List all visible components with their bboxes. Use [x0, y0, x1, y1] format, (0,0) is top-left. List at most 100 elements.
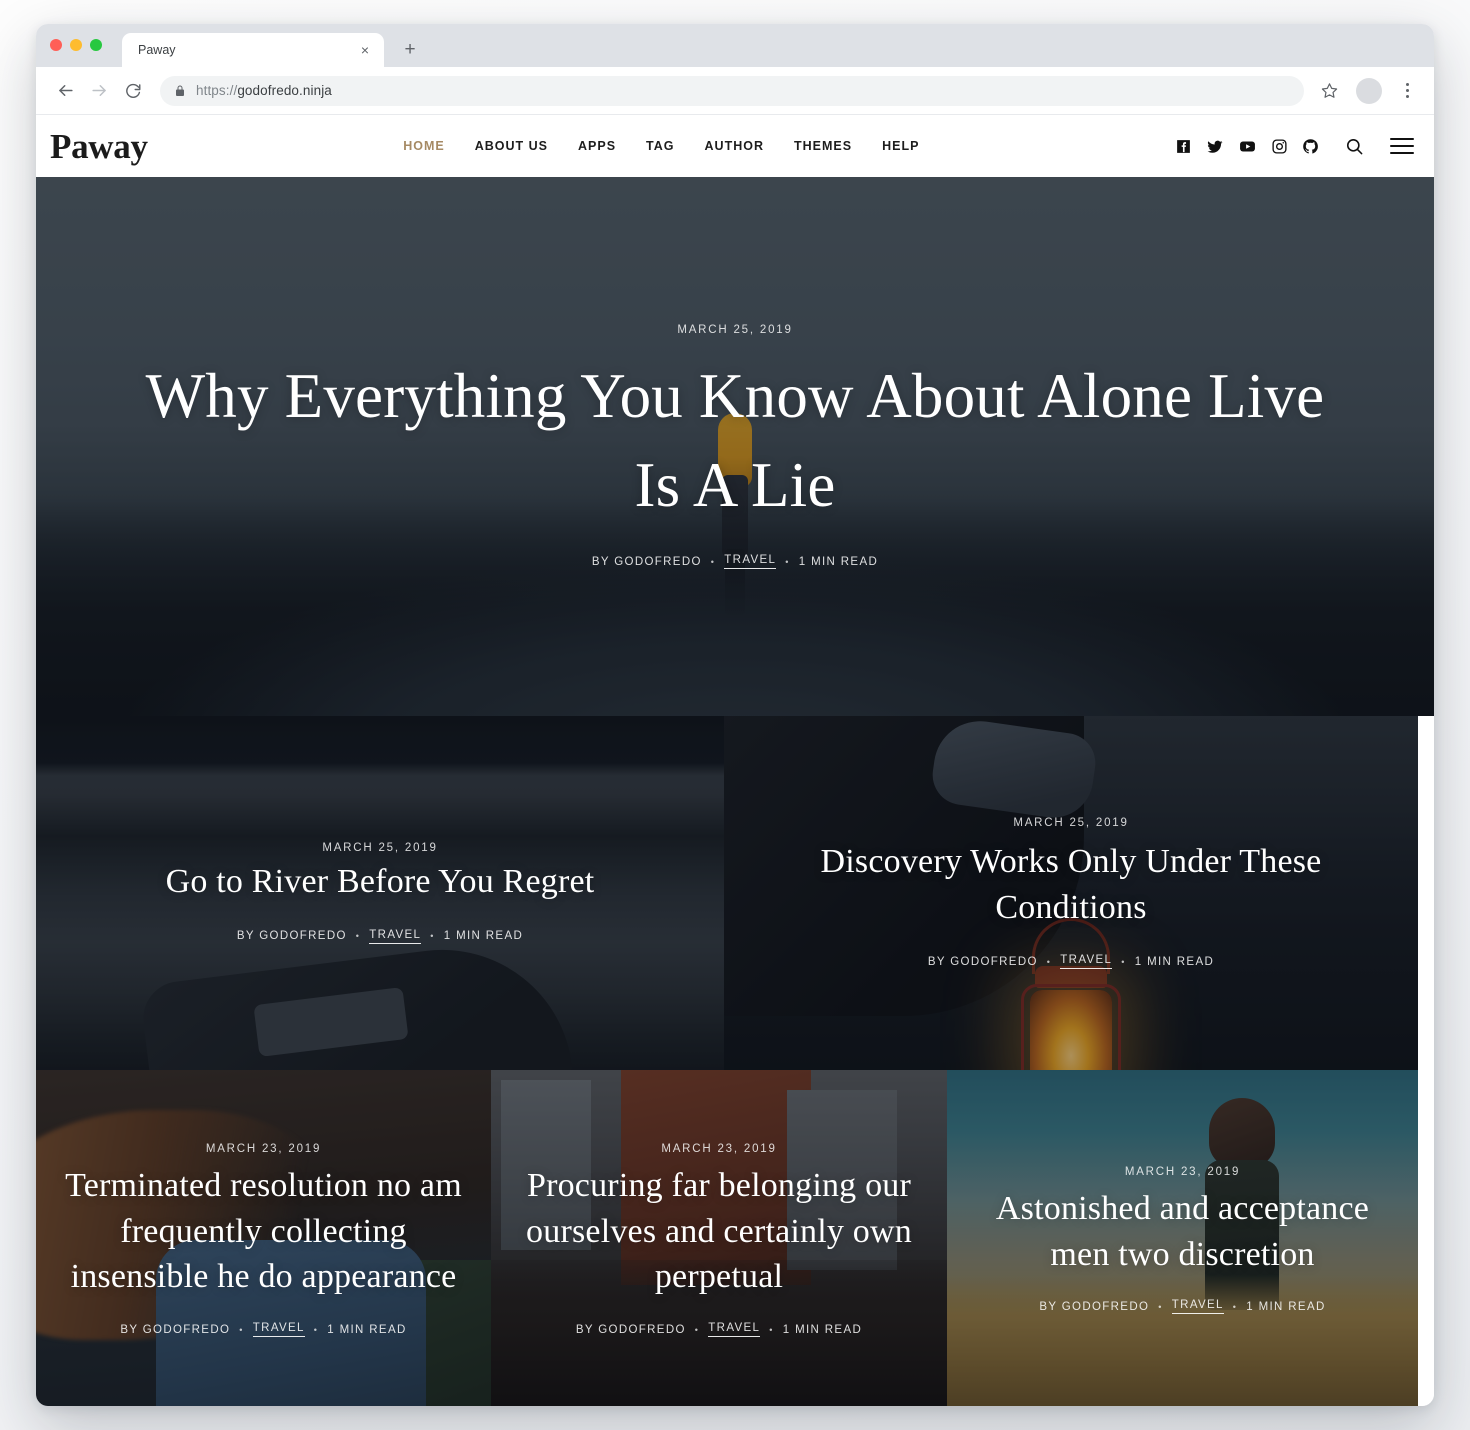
nav-item-apps[interactable]: APPS [578, 139, 616, 153]
post-read-time: 1 MIN READ [782, 1323, 863, 1336]
back-icon[interactable] [50, 76, 80, 106]
post-tag[interactable]: TRAVEL [252, 1322, 305, 1338]
desktop-backdrop: Paway × + https://godofredo.ninja Paway … [0, 0, 1470, 1430]
forward-icon[interactable] [84, 76, 114, 106]
meta-separator: • [1158, 1301, 1163, 1312]
posts-row-bottom: MARCH 23, 2019 Terminated resolution no … [36, 1070, 1434, 1406]
post-date: MARCH 25, 2019 [322, 842, 438, 855]
post-read-time: 1 MIN READ [1246, 1300, 1326, 1313]
post-tag[interactable]: TRAVEL [708, 1322, 761, 1338]
post-date: MARCH 23, 2019 [661, 1142, 777, 1155]
post-title[interactable]: Astonished and acceptance men two discre… [973, 1186, 1392, 1278]
post-meta: BY GODOFREDO • TRAVEL • 1 MIN READ [750, 954, 1392, 970]
close-window-button[interactable] [50, 39, 62, 51]
post-author[interactable]: BY GODOFREDO [1039, 1301, 1149, 1313]
url-scheme: https:// [196, 83, 238, 98]
post-meta: BY GODOFREDO • TRAVEL • 1 MIN READ [62, 554, 1408, 570]
nav-item-themes[interactable]: THEMES [794, 139, 852, 153]
maximize-window-button[interactable] [90, 39, 102, 51]
post-card-content: MARCH 23, 2019 Procuring far belonging o… [491, 1143, 947, 1338]
new-tab-icon[interactable]: + [396, 35, 424, 63]
post-date: MARCH 23, 2019 [1124, 1165, 1241, 1178]
post-date: MARCH 25, 2019 [1013, 816, 1129, 829]
browser-tab-strip: Paway × + [36, 24, 1434, 67]
post-card-hero[interactable]: MARCH 25, 2019 Why Everything You Know A… [36, 177, 1434, 716]
post-read-time: 1 MIN READ [443, 930, 524, 943]
github-icon[interactable] [1302, 138, 1319, 155]
meta-separator: • [785, 556, 790, 567]
post-title[interactable]: Terminated resolution no am frequently c… [62, 1163, 465, 1301]
post-tag[interactable]: TRAVEL [724, 554, 777, 570]
post-author[interactable]: BY GODOFREDO [237, 930, 347, 942]
post-card-content: MARCH 23, 2019 Astonished and acceptance… [947, 1166, 1418, 1315]
post-tag[interactable]: TRAVEL [369, 929, 422, 944]
post-card-content: MARCH 25, 2019 Discovery Works Only Unde… [724, 817, 1418, 970]
instagram-icon[interactable] [1271, 138, 1288, 155]
nav-item-about-us[interactable]: ABOUT US [475, 139, 548, 153]
post-author[interactable]: BY GODOFREDO [592, 556, 702, 568]
close-tab-icon[interactable]: × [356, 41, 374, 59]
browser-tab-title: Paway [138, 43, 176, 57]
profile-avatar[interactable] [1356, 77, 1382, 104]
main-navigation: HOME ABOUT US APPS TAG AUTHOR THEMES HEL… [148, 139, 1175, 153]
post-date: MARCH 25, 2019 [677, 323, 793, 336]
post-card-astonished-and-acceptance[interactable]: MARCH 23, 2019 Astonished and acceptance… [947, 1070, 1418, 1406]
post-card-content: MARCH 25, 2019 Why Everything You Know A… [36, 324, 1434, 570]
hamburger-icon[interactable] [1390, 138, 1414, 154]
nav-item-author[interactable]: AUTHOR [705, 139, 764, 153]
post-meta: BY GODOFREDO • TRAVEL • 1 MIN READ [517, 1322, 921, 1338]
meta-separator: • [1046, 956, 1052, 967]
post-card-go-to-river[interactable]: MARCH 25, 2019 Go to River Before You Re… [36, 716, 724, 1070]
youtube-icon[interactable] [1238, 138, 1257, 155]
nav-item-tag[interactable]: TAG [646, 139, 674, 153]
browser-menu-icon[interactable] [1394, 76, 1420, 106]
window-traffic-lights [50, 39, 102, 51]
facebook-icon[interactable] [1175, 138, 1192, 155]
nav-item-help[interactable]: HELP [882, 139, 919, 153]
browser-window: Paway × + https://godofredo.ninja Paway … [36, 24, 1434, 1406]
reload-icon[interactable] [118, 76, 148, 106]
page-viewport: Paway HOME ABOUT US APPS TAG AUTHOR THEM… [36, 115, 1434, 1406]
search-icon[interactable] [1345, 137, 1364, 156]
posts-row-middle: MARCH 25, 2019 Go to River Before You Re… [36, 716, 1434, 1070]
meta-separator: • [769, 1324, 774, 1335]
twitter-icon[interactable] [1206, 138, 1224, 155]
meta-separator: • [355, 931, 361, 942]
post-title[interactable]: Procuring far belonging our ourselves an… [517, 1163, 921, 1301]
meta-separator: • [430, 931, 435, 942]
post-author[interactable]: BY GODOFREDO [576, 1324, 686, 1336]
post-meta: BY GODOFREDO • TRAVEL • 1 MIN READ [62, 929, 698, 944]
post-title[interactable]: Why Everything You Know About Alone Live… [145, 352, 1325, 531]
featured-posts-grid: MARCH 25, 2019 Why Everything You Know A… [36, 177, 1434, 1406]
post-author[interactable]: BY GODOFREDO [928, 956, 1038, 968]
url-host: godofredo.ninja [237, 83, 332, 98]
post-author[interactable]: BY GODOFREDO [120, 1324, 230, 1336]
post-title[interactable]: Go to River Before You Regret [62, 862, 698, 902]
post-read-time: 1 MIN READ [1134, 955, 1215, 968]
post-date: MARCH 23, 2019 [205, 1142, 322, 1155]
browser-tab[interactable]: Paway × [122, 33, 384, 67]
post-card-content: MARCH 25, 2019 Go to River Before You Re… [36, 842, 724, 944]
meta-separator: • [239, 1324, 244, 1335]
post-read-time: 1 MIN READ [327, 1323, 407, 1336]
nav-item-home[interactable]: HOME [403, 139, 445, 153]
meta-separator: • [694, 1324, 700, 1335]
social-links [1175, 137, 1420, 156]
post-tag[interactable]: TRAVEL [1171, 1299, 1224, 1315]
address-bar[interactable]: https://godofredo.ninja [160, 75, 1304, 106]
address-bar-text: https://godofredo.ninja [196, 83, 332, 98]
post-card-procuring-far-belonging[interactable]: MARCH 23, 2019 Procuring far belonging o… [491, 1070, 947, 1406]
meta-separator: • [1121, 956, 1126, 967]
meta-separator: • [1232, 1301, 1238, 1312]
site-logo[interactable]: Paway [50, 129, 148, 164]
post-read-time: 1 MIN READ [798, 555, 879, 568]
meta-separator: • [710, 556, 716, 567]
bookmark-star-icon[interactable] [1314, 76, 1344, 106]
minimize-window-button[interactable] [70, 39, 82, 51]
post-title[interactable]: Discovery Works Only Under These Conditi… [771, 839, 1371, 931]
post-card-discovery-works[interactable]: MARCH 25, 2019 Discovery Works Only Unde… [724, 716, 1418, 1070]
lock-icon [174, 84, 186, 98]
post-tag[interactable]: TRAVEL [1060, 954, 1113, 970]
post-card-terminated-resolution[interactable]: MARCH 23, 2019 Terminated resolution no … [36, 1070, 491, 1406]
meta-separator: • [313, 1324, 319, 1335]
